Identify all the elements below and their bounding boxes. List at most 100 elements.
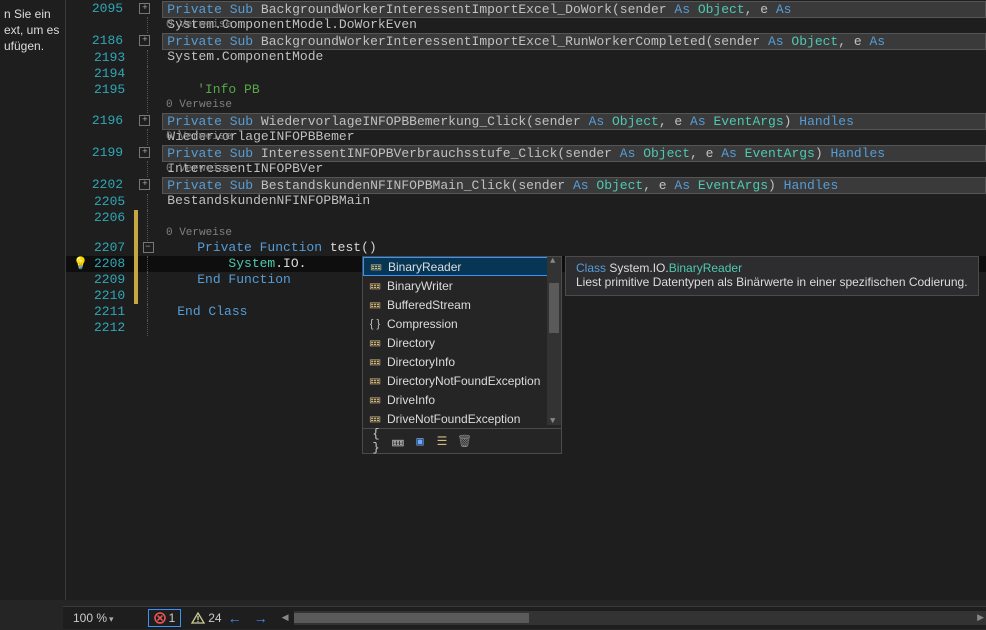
intellisense-item[interactable]: 🝚DriveInfo (363, 390, 561, 409)
code-content[interactable]: End Class (156, 304, 247, 320)
code-line[interactable]: 0 Verweise (66, 18, 986, 32)
code-line[interactable]: 2194 (66, 66, 986, 82)
collapsed-signature[interactable]: Private Sub InteressentINFOPBVerbrauchss… (162, 145, 986, 162)
fold-toggle[interactable]: + (138, 33, 153, 49)
code-line[interactable]: 0 Verweise (66, 130, 986, 144)
line-number: 2209 (94, 272, 134, 288)
intellisense-item[interactable]: 🝚Directory (363, 333, 561, 352)
status-bar: 100 %▾ 1 24 ← → ◀ ▶ (63, 606, 986, 629)
filter-struct-icon[interactable]: ▣ (413, 434, 427, 449)
codelens-references[interactable]: 0 Verweise (156, 17, 232, 33)
intellisense-item[interactable]: 🝚DriveNotFoundException (363, 409, 561, 428)
codelens-references[interactable]: 0 Verweise (156, 129, 232, 145)
nav-forward-button[interactable]: → (254, 610, 268, 626)
collapsed-signature[interactable]: Private Sub BackgroundWorkerInteressentI… (162, 33, 986, 50)
change-indicator (134, 50, 138, 66)
scroll-up-icon[interactable]: ▲ (550, 256, 555, 266)
codelens-references[interactable]: 0 Verweise (156, 225, 232, 241)
code-line[interactable]: 2195 'Info PB (66, 82, 986, 98)
fold-toggle[interactable]: − (140, 240, 156, 256)
change-indicator (134, 256, 138, 272)
collapsed-signature[interactable]: Private Sub BestandskundenNFINFOPBMain_C… (162, 177, 986, 194)
change-indicator (132, 145, 136, 161)
line-number: 2206 (94, 210, 134, 226)
side-text-3: ufügen. (4, 38, 61, 54)
code-line[interactable]: 0 Verweise (66, 226, 986, 240)
code-editor[interactable]: 2095+Private Sub BackgroundWorkerInteres… (66, 0, 986, 600)
intellisense-item-label: Compression (387, 317, 458, 331)
change-indicator (134, 225, 138, 241)
scroll-left-icon[interactable]: ◀ (282, 612, 289, 623)
fold-toggle[interactable]: + (138, 145, 153, 161)
intellisense-item[interactable]: 🝚BinaryReader (363, 257, 561, 276)
lightbulb-icon[interactable]: 💡 (73, 256, 87, 270)
codelens-references[interactable]: 0 Verweise (156, 161, 232, 177)
intellisense-item-label: DirectoryInfo (387, 355, 455, 369)
line-number: 2208 (94, 256, 134, 272)
intellisense-popup[interactable]: 🝚BinaryReader🝚BinaryWriter🝚BufferedStrea… (362, 256, 562, 454)
fold-toggle (140, 66, 156, 82)
code-line[interactable]: 2186+Private Sub BackgroundWorkerInteres… (66, 32, 986, 50)
filter-delegate-icon[interactable]: 🗑 (457, 434, 471, 449)
line-number: 2212 (94, 320, 134, 336)
change-indicator (132, 177, 136, 193)
line-number: 2202 (92, 177, 132, 193)
error-icon (154, 612, 166, 624)
code-line[interactable]: 2202 + Private Sub BestandskundenNFINFOPBM… (66, 176, 986, 194)
filter-class-icon[interactable]: 🝚 (391, 429, 405, 454)
class-icon: 🝚 (367, 294, 383, 316)
filter-namespace-icon[interactable]: { } (369, 427, 383, 455)
fold-toggle[interactable]: + (138, 1, 153, 17)
intellisense-item[interactable]: 🝚 BufferedStream (363, 295, 561, 314)
nav-back-button[interactable]: ← (228, 610, 242, 626)
horizontal-scrollbar[interactable]: ◀ ▶ (294, 611, 986, 625)
namespace-icon: { } (367, 318, 383, 330)
chevron-down-icon[interactable]: ▾ (107, 614, 114, 624)
fold-toggle (140, 288, 156, 304)
collapsed-signature[interactable]: Private Sub BackgroundWorkerInteressentI… (162, 1, 986, 18)
fold-toggle (140, 225, 156, 241)
scroll-down-icon[interactable]: ▼ (550, 416, 555, 426)
collapsed-signature[interactable]: Private Sub WiedervorlageINFOPBBemerkung… (162, 113, 986, 130)
line-number: 2196 (92, 113, 132, 129)
intellisense-scrollbar[interactable]: ▲ ▼ (547, 257, 561, 425)
line-number: 2207 (94, 240, 134, 256)
intellisense-item[interactable]: 🝚DirectoryNotFoundException (363, 371, 561, 390)
code-line[interactable]: 2199+Private Sub InteressentINFOPBVerbra… (66, 144, 986, 162)
codelens-references[interactable]: 0 Verweise (156, 97, 232, 113)
code-line[interactable]: 2207− Private Function test() (66, 240, 986, 256)
fold-toggle (140, 256, 156, 272)
hscroll-thumb[interactable] (294, 613, 529, 623)
code-line[interactable]: 0 Verweise (66, 162, 986, 176)
fold-toggle (140, 320, 156, 336)
change-indicator (134, 272, 138, 288)
code-content[interactable]: End Function (156, 272, 291, 288)
intellisense-item[interactable]: 🝚BinaryWriter (363, 276, 561, 295)
change-indicator (134, 17, 138, 33)
code-content[interactable]: System.IO. (156, 256, 306, 272)
code-line[interactable]: 0 Verweise (66, 98, 986, 112)
fold-toggle (140, 17, 156, 33)
zoom-level[interactable]: 100 %▾ (63, 611, 124, 625)
code-line[interactable]: 2095+Private Sub BackgroundWorkerInteres… (66, 0, 986, 18)
code-content[interactable]: 'Info PB (156, 82, 260, 98)
fold-toggle[interactable]: + (138, 113, 153, 129)
intellisense-item-label: DriveInfo (387, 393, 435, 407)
scroll-thumb[interactable] (549, 283, 559, 333)
code-line[interactable]: 2196 + Private Sub WiedervorlageINFOPBBeme… (66, 112, 986, 130)
intellisense-item[interactable]: { } Compression (363, 314, 561, 333)
line-number: 2210 (94, 288, 134, 304)
scroll-right-icon[interactable]: ▶ (977, 612, 984, 623)
code-line[interactable]: 2206 (66, 210, 986, 226)
error-count-badge[interactable]: 1 (148, 609, 182, 627)
filter-enum-icon[interactable]: ☰ (435, 434, 449, 449)
change-indicator (132, 113, 136, 129)
intellisense-item[interactable]: 🝚DirectoryInfo (363, 352, 561, 371)
fold-toggle[interactable]: + (138, 177, 153, 193)
intellisense-item-label: BinaryWriter (387, 279, 453, 293)
intellisense-item-label: BufferedStream (387, 298, 471, 312)
code-content[interactable]: Private Function test() (156, 240, 377, 256)
intellisense-filter-bar[interactable]: { } 🝚 ▣ ☰ 🗑 (363, 428, 561, 453)
warning-count-badge[interactable]: 24 (191, 611, 221, 625)
change-indicator (134, 320, 138, 336)
